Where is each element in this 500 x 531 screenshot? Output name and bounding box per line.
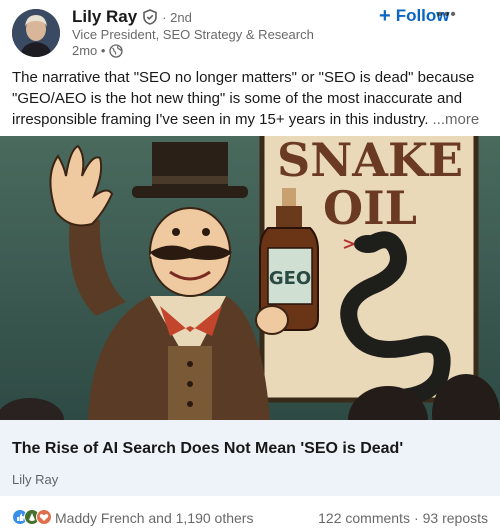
- reactions-summary[interactable]: Maddy French and 1,190 others: [55, 510, 253, 526]
- avatar-image: [12, 9, 60, 57]
- post-text: The narrative that "SEO no longer matter…: [12, 67, 492, 130]
- reaction-icons[interactable]: [12, 509, 52, 525]
- article-source: Lily Ray: [12, 472, 59, 487]
- verified-icon: [142, 9, 158, 25]
- author-headline: Vice President, SEO Strategy & Research: [72, 27, 314, 42]
- avatar[interactable]: [12, 9, 60, 57]
- count-separator: ·: [413, 510, 419, 526]
- post-image[interactable]: SNAKE OIL GEO: [0, 136, 500, 420]
- see-more-link[interactable]: ...more: [433, 111, 480, 128]
- globe-icon: [109, 43, 124, 58]
- name-row: Lily Ray · 2nd: [72, 7, 192, 27]
- snake-oil-illustration: SNAKE OIL GEO: [0, 136, 500, 420]
- connection-degree: · 2nd: [162, 9, 192, 25]
- plus-icon: +: [379, 5, 391, 27]
- more-options-button[interactable]: •••: [427, 3, 467, 27]
- article-card[interactable]: The Rise of AI Search Does Not Mean 'SEO…: [0, 420, 500, 496]
- bottle-label: GEO: [269, 268, 311, 289]
- sign-line2: OIL: [323, 181, 417, 235]
- social-counts: Maddy French and 1,190 others 122 commen…: [0, 506, 500, 530]
- post-header: Lily Ray · 2nd Vice President, SEO Strat…: [0, 0, 500, 64]
- author-name[interactable]: Lily Ray: [72, 7, 137, 27]
- engagement-counts: 122 comments · 93 reposts: [318, 510, 488, 526]
- post-meta: 2mo •: [72, 43, 124, 58]
- sign-line1: SNAKE: [277, 136, 463, 187]
- love-reaction-icon: [36, 509, 52, 525]
- reposts-count[interactable]: 93 reposts: [423, 510, 488, 526]
- post-time: 2mo •: [72, 43, 106, 58]
- post-body: The narrative that "SEO no longer matter…: [12, 69, 475, 128]
- article-title[interactable]: The Rise of AI Search Does Not Mean 'SEO…: [12, 440, 403, 458]
- comments-count[interactable]: 122 comments: [318, 510, 410, 526]
